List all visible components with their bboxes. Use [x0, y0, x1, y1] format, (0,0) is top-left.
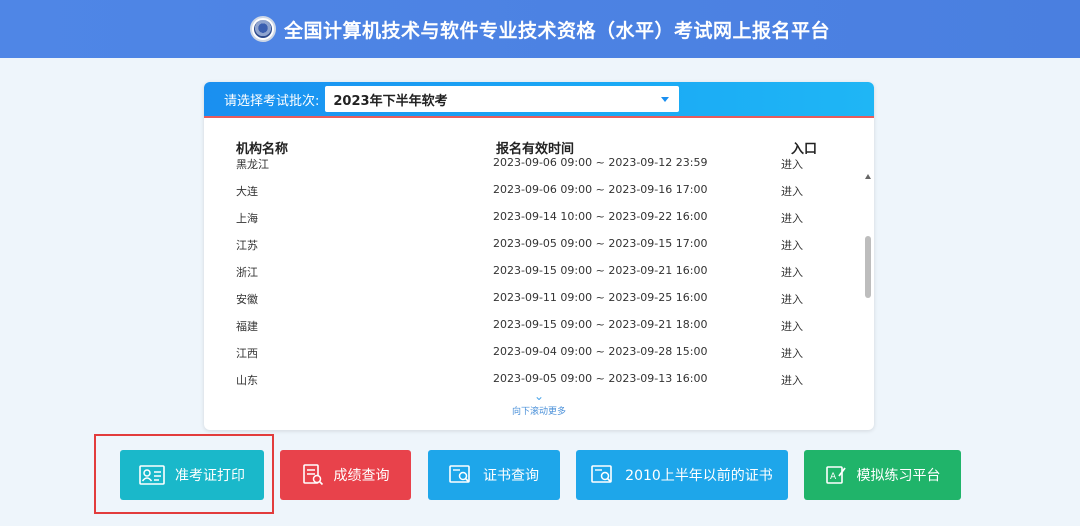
- table-body[interactable]: 黑龙江 2023-09-06 09:00 ~ 2023-09-12 23:59 …: [204, 156, 854, 396]
- table-row: 江西 2023-09-04 09:00 ~ 2023-09-28 15:00 进…: [204, 338, 854, 365]
- row-org-name: 黑龙江: [236, 158, 269, 171]
- table-row: 大连 2023-09-06 09:00 ~ 2023-09-16 17:00 进…: [204, 176, 854, 203]
- row-org-name: 福建: [236, 320, 258, 333]
- table-row: 安徽 2023-09-11 09:00 ~ 2023-09-25 16:00 进…: [204, 284, 854, 311]
- certificate-query-label: 证书查询: [483, 468, 539, 484]
- table-row: 上海 2023-09-14 10:00 ~ 2023-09-22 16:00 进…: [204, 203, 854, 230]
- page-header: 全国计算机技术与软件专业技术资格（水平）考试网上报名平台: [0, 0, 1080, 58]
- certificate-search-icon: [591, 465, 612, 483]
- table-row: 浙江 2023-09-15 09:00 ~ 2023-09-21 16:00 进…: [204, 257, 854, 284]
- row-org-name: 江苏: [236, 239, 258, 252]
- header-org-name: 机构名称: [236, 142, 289, 157]
- row-valid-time: 2023-09-05 09:00 ~ 2023-09-13 16:00: [493, 372, 708, 385]
- batch-label: 请选择考试批次:: [224, 93, 320, 109]
- batch-select[interactable]: 2023年下半年软考: [325, 86, 680, 112]
- batch-selected-value: 2023年下半年软考: [333, 93, 448, 109]
- header-valid-time: 报名有效时间: [496, 142, 575, 157]
- row-entry-link[interactable]: 进入: [781, 264, 803, 280]
- chevron-down-icon[interactable]: [661, 96, 670, 102]
- table-header: 机构名称 报名有效时间 入口: [204, 134, 874, 158]
- row-entry-link[interactable]: 进入: [781, 291, 803, 307]
- row-org-name: 浙江: [236, 266, 258, 279]
- practice-edit-icon: A: [825, 466, 846, 484]
- row-org-name: 上海: [236, 212, 258, 225]
- old-certificate-button[interactable]: 2010上半年以前的证书: [576, 450, 788, 500]
- scroll-more-hint[interactable]: ⌄ 向下滚动更多: [204, 390, 874, 417]
- row-entry-link[interactable]: 进入: [781, 210, 803, 226]
- row-valid-time: 2023-09-15 09:00 ~ 2023-09-21 18:00: [493, 318, 708, 331]
- row-org-name: 大连: [236, 185, 258, 198]
- row-entry-link[interactable]: 进入: [781, 183, 803, 199]
- row-valid-time: 2023-09-04 09:00 ~ 2023-09-28 15:00: [493, 345, 708, 358]
- row-org-name: 山东: [236, 374, 258, 387]
- page-title: 全国计算机技术与软件专业技术资格（水平）考试网上报名平台: [283, 19, 830, 42]
- row-entry-link[interactable]: 进入: [781, 156, 803, 172]
- practice-platform-label: 模拟练习平台: [856, 468, 941, 484]
- score-query-label: 成绩查询: [333, 468, 390, 484]
- report-search-icon: [302, 464, 323, 486]
- row-valid-time: 2023-09-06 09:00 ~ 2023-09-12 23:59: [493, 156, 708, 169]
- highlight-frame: [94, 434, 274, 514]
- certificate-query-button[interactable]: 证书查询: [428, 450, 560, 500]
- old-certificate-label: 2010上半年以前的证书: [625, 468, 773, 484]
- scrollbar-thumb[interactable]: [865, 236, 871, 298]
- scroll-more-label: 向下滚动更多: [511, 407, 566, 417]
- row-valid-time: 2023-09-06 09:00 ~ 2023-09-16 17:00: [493, 183, 708, 196]
- score-query-button[interactable]: 成绩查询: [280, 450, 411, 500]
- batch-selector-bar: 请选择考试批次: 2023年下半年软考: [204, 82, 874, 118]
- certificate-search-icon: [449, 465, 470, 483]
- row-entry-link[interactable]: 进入: [781, 318, 803, 334]
- row-valid-time: 2023-09-11 09:00 ~ 2023-09-25 16:00: [493, 291, 708, 304]
- svg-text:A: A: [830, 472, 837, 482]
- row-valid-time: 2023-09-05 09:00 ~ 2023-09-15 17:00: [493, 237, 708, 250]
- row-entry-link[interactable]: 进入: [781, 372, 803, 388]
- table-row: 黑龙江 2023-09-06 09:00 ~ 2023-09-12 23:59 …: [204, 156, 854, 176]
- row-entry-link[interactable]: 进入: [781, 345, 803, 361]
- table-scrollbar[interactable]: [864, 158, 874, 418]
- row-org-name: 江西: [236, 347, 258, 360]
- row-valid-time: 2023-09-15 09:00 ~ 2023-09-21 16:00: [493, 264, 708, 277]
- practice-platform-button[interactable]: A 模拟练习平台: [804, 450, 961, 500]
- exam-registration-panel: 请选择考试批次: 2023年下半年软考 机构名称 报名有效时间 入口 黑龙江 2…: [204, 82, 874, 430]
- logo-icon: [249, 16, 276, 42]
- row-entry-link[interactable]: 进入: [781, 237, 803, 253]
- table-row: 山东 2023-09-05 09:00 ~ 2023-09-13 16:00 进…: [204, 365, 854, 392]
- header-entry: 入口: [791, 142, 818, 157]
- table-row: 福建 2023-09-15 09:00 ~ 2023-09-21 18:00 进…: [204, 311, 854, 338]
- row-valid-time: 2023-09-14 10:00 ~ 2023-09-22 16:00: [493, 210, 708, 223]
- table-row: 江苏 2023-09-05 09:00 ~ 2023-09-15 17:00 进…: [204, 230, 854, 257]
- chevron-down-icon: ⌄: [533, 389, 545, 403]
- row-org-name: 安徽: [236, 293, 258, 306]
- scroll-up-arrow-icon[interactable]: [865, 174, 871, 179]
